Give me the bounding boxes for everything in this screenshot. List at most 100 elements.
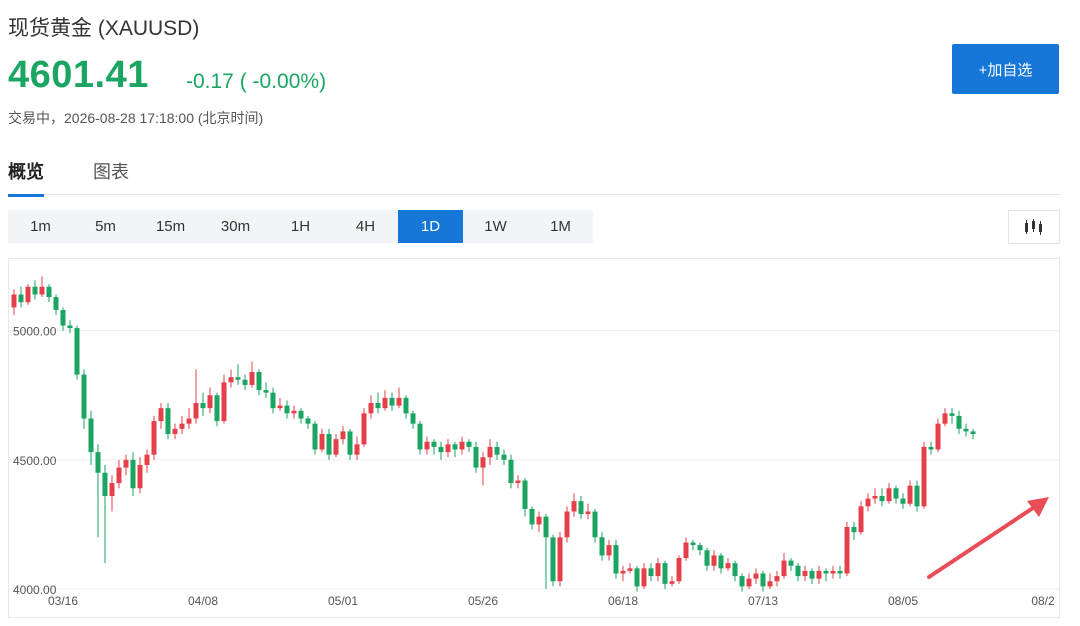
candle-body [53, 297, 59, 310]
candle-body [81, 374, 87, 419]
candle-body [186, 418, 192, 424]
candle-body [627, 568, 633, 571]
candlestick-chart: 5000.004500.004000.0003/16 04/08 05/01 05/2… [9, 276, 1059, 608]
candle-body [25, 286, 31, 303]
candle-body [242, 379, 248, 385]
period-1d[interactable]: 1D [398, 210, 463, 243]
candle-body [382, 397, 388, 409]
candle-body [375, 403, 381, 409]
candle-body [221, 382, 227, 422]
candle-body [536, 516, 542, 525]
y-tick-label: 5000.00 [13, 325, 57, 339]
candle-body [697, 545, 703, 551]
candle-body [424, 441, 430, 450]
candle-body [228, 377, 234, 383]
candle-body [767, 581, 773, 587]
tab-bar: 概览 图表 [8, 156, 1060, 197]
candle-body [438, 446, 444, 453]
candle-body [921, 446, 927, 507]
candle-body [67, 325, 73, 329]
candle-body [340, 431, 346, 440]
price-chart[interactable]: 5000.00 4500.00 4000.00 03/16 04/08 05/01 05/2… [8, 258, 1060, 618]
candle-body [235, 377, 241, 380]
candle-body [907, 485, 913, 504]
candle-body [970, 431, 976, 434]
chart-type-toggle[interactable] [1008, 210, 1060, 244]
candle-body [802, 570, 808, 577]
candle-body [620, 570, 626, 574]
candle-body [634, 568, 640, 587]
candle-body [417, 423, 423, 450]
x-tick-label: 03/16 [48, 594, 78, 608]
candle-body [543, 516, 549, 538]
add-to-watchlist-button[interactable]: +加自选 [952, 44, 1059, 94]
candle-body [144, 454, 150, 465]
candle-body [753, 573, 759, 579]
period-1mo[interactable]: 1M [528, 210, 593, 243]
candle-body [844, 527, 850, 574]
candle-body [179, 423, 185, 429]
period-5m[interactable]: 5m [73, 210, 138, 243]
instrument-title: 现货黄金 (XAUUSD) [8, 17, 200, 40]
x-tick-label: 05/01 [328, 594, 358, 608]
candle-body [592, 511, 598, 538]
candle-body [172, 428, 178, 434]
candle-body [158, 408, 164, 422]
candle-body [95, 452, 101, 473]
candle-body [123, 459, 129, 468]
candle-body [487, 446, 493, 458]
period-1h[interactable]: 1H [268, 210, 333, 243]
candle-body [858, 506, 864, 533]
candle-body [116, 467, 122, 484]
x-tick-label: 05/26 [468, 594, 498, 608]
candle-body [32, 286, 38, 295]
candle-body [690, 542, 696, 546]
candle-body [298, 410, 304, 419]
candle-body [914, 485, 920, 507]
candle-body [249, 372, 255, 385]
candle-body [193, 403, 199, 419]
candlestick-icon [1025, 219, 1042, 235]
candle-body [270, 392, 276, 409]
candle-body [333, 439, 339, 455]
candle-body [60, 310, 66, 326]
candle-body [347, 431, 353, 455]
candle-body [886, 488, 892, 502]
candle-body [655, 563, 661, 577]
candle-body [872, 496, 878, 499]
arrow-up-right-icon [1027, 497, 1049, 517]
tab-overview[interactable]: 概览 [8, 158, 44, 197]
period-1m[interactable]: 1m [8, 210, 73, 243]
candle-body [326, 434, 332, 455]
candle-body [704, 550, 710, 566]
period-15m[interactable]: 15m [138, 210, 203, 243]
candle-body [305, 418, 311, 424]
candle-body [879, 496, 885, 502]
candle-body [74, 328, 80, 375]
period-1w[interactable]: 1W [463, 210, 528, 243]
candle-body [88, 418, 94, 453]
candle-body [641, 568, 647, 587]
candle-body [389, 397, 395, 406]
candle-body [214, 395, 220, 422]
candle-body [508, 459, 514, 484]
tab-chart[interactable]: 图表 [93, 158, 129, 194]
candle-body [900, 498, 906, 504]
candle-body [361, 413, 367, 445]
candle-body [795, 565, 801, 577]
candle-body [683, 542, 689, 558]
candle-body [585, 511, 591, 515]
candle-body [466, 441, 472, 447]
candle-body [277, 405, 283, 409]
candle-body [39, 286, 45, 295]
period-30m[interactable]: 30m [203, 210, 268, 243]
candle-body [410, 413, 416, 424]
candle-body [564, 511, 570, 538]
candle-body [725, 563, 731, 569]
candle-body [501, 454, 507, 460]
candle-body [200, 403, 206, 409]
candle-body [207, 395, 213, 409]
period-4h[interactable]: 4H [333, 210, 398, 243]
x-tick-label: 08/2 [1031, 594, 1055, 608]
x-tick-label: 08/05 [888, 594, 918, 608]
